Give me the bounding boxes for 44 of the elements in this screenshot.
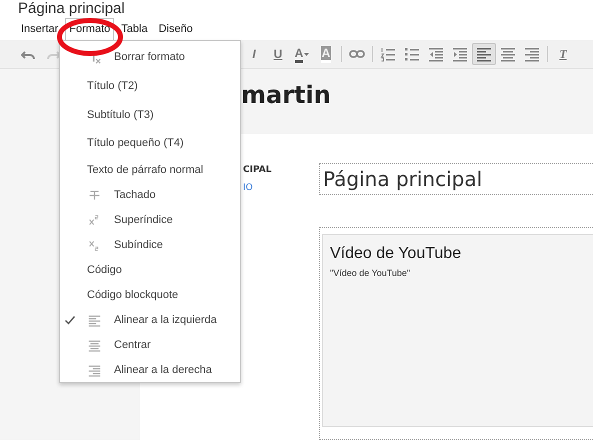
- align-center-icon: [500, 46, 516, 62]
- italic-button[interactable]: I: [242, 43, 266, 65]
- align-right-icon: [524, 46, 540, 62]
- text-color-button[interactable]: A: [290, 43, 314, 65]
- menu-tab[interactable]: Tabla: [117, 18, 152, 40]
- menu-item[interactable]: Código blockquote: [60, 282, 240, 308]
- menu-tab[interactable]: Insertar: [17, 18, 62, 40]
- page-heading-field[interactable]: Página principal: [319, 163, 593, 195]
- video-gadget[interactable]: Vídeo de YouTube "Vídeo de YouTube": [322, 234, 593, 427]
- menu-tab[interactable]: Diseño: [154, 18, 197, 40]
- align-left-icon: [476, 46, 492, 62]
- gadget-title: Vídeo de YouTube: [330, 245, 462, 263]
- menu-item[interactable]: Subtítulo (T3): [60, 100, 240, 130]
- menu-item[interactable]: Título pequeño (T4): [60, 129, 240, 158]
- numbered-list-icon: [380, 46, 396, 62]
- menu-item[interactable]: Centrar: [60, 332, 240, 358]
- menu-item[interactable]: Subíndice: [60, 232, 240, 258]
- clear-button[interactable]: T: [551, 43, 575, 65]
- gadget-caption: "Vídeo de YouTube": [330, 268, 412, 278]
- indent-icon: [452, 46, 468, 62]
- outdent-icon: [428, 46, 444, 62]
- superscript-icon: [88, 214, 100, 227]
- page-title: Página principal: [18, 0, 125, 17]
- dropdown-caret-icon: [304, 52, 310, 56]
- checkmark-icon: [64, 314, 76, 326]
- strikethrough-icon: [88, 188, 100, 202]
- align-left-button[interactable]: [472, 43, 496, 65]
- align-center-icon: [88, 338, 100, 352]
- bullet-list-icon: [404, 46, 420, 62]
- menu-item[interactable]: Superíndice: [60, 208, 240, 233]
- menu-item[interactable]: Título (T2): [60, 72, 240, 100]
- menu-item[interactable]: Tachado: [60, 182, 240, 208]
- menu-item[interactable]: Alinear a la izquierda: [60, 308, 240, 333]
- subscript-icon: [88, 238, 100, 252]
- menu-item[interactable]: Alinear a la derecha: [60, 358, 240, 383]
- menu-item[interactable]: Código: [60, 258, 240, 283]
- nav-link[interactable]: CIPAL: [243, 165, 319, 175]
- site-name: martin: [241, 81, 331, 109]
- menu-item[interactable]: Borrar formato: [60, 43, 240, 72]
- nav-link[interactable]: IO: [243, 183, 319, 193]
- align-left-icon: [88, 314, 100, 327]
- align-right-icon: [88, 364, 100, 377]
- underline-button[interactable]: U: [266, 43, 290, 65]
- menu-item[interactable]: Texto de párrafo normal: [60, 158, 240, 183]
